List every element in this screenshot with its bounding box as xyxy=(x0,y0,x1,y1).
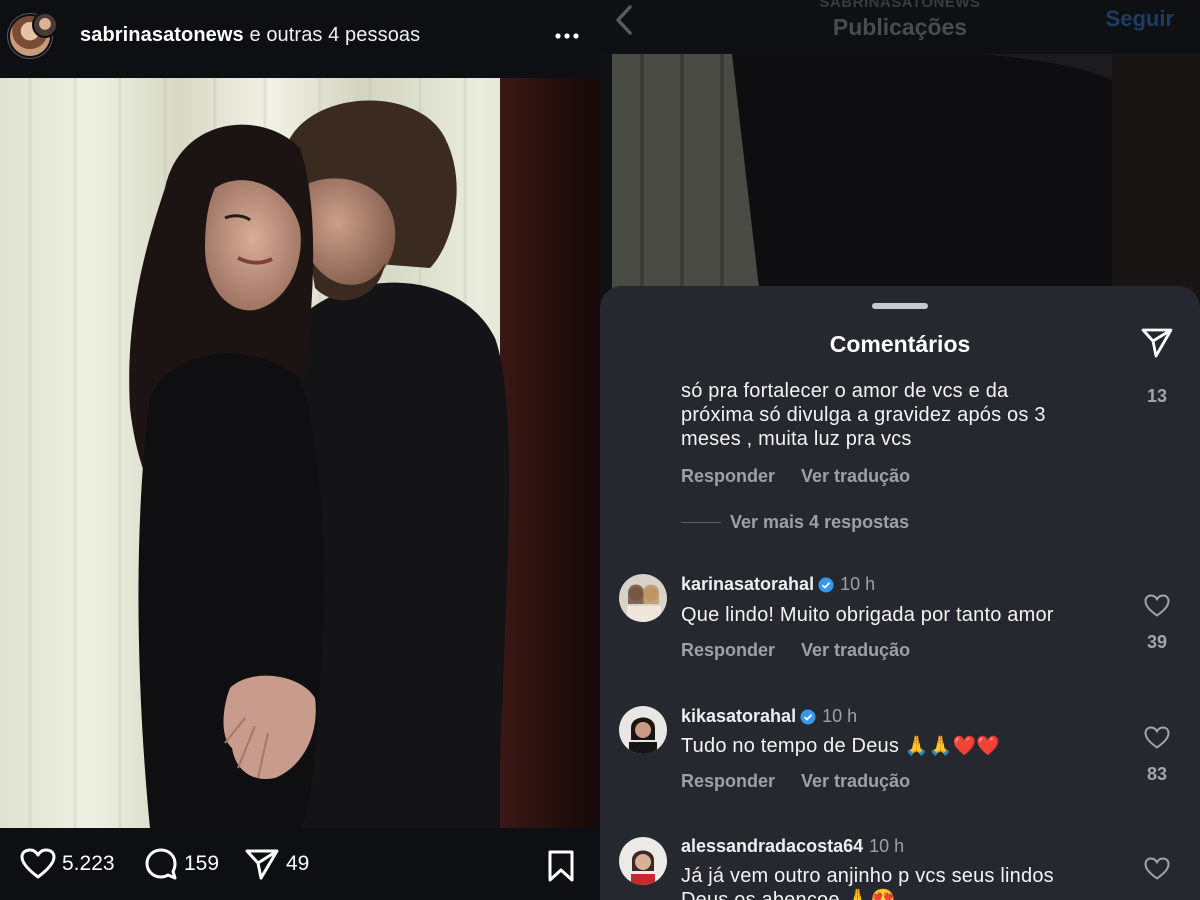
like-button[interactable]: 5.223 xyxy=(20,846,115,882)
avatar[interactable] xyxy=(619,574,667,622)
comment-actions: Responder Ver tradução xyxy=(681,771,910,792)
comments-sheet: Comentários só pra fortalecer o amor de … xyxy=(600,286,1200,900)
comment-text: só pra fortalecer o amor de vcs e da pró… xyxy=(681,379,1046,451)
comment-author[interactable]: alessandradacosta64 10 h xyxy=(681,836,904,857)
collab-avatar[interactable] xyxy=(32,12,58,38)
comment-time: 10 h xyxy=(840,574,876,594)
top-bar: SABRINASATONEWS Publicações Seguir xyxy=(600,0,1200,54)
comment-like-count: 83 xyxy=(1146,764,1168,784)
send-icon[interactable] xyxy=(1140,326,1174,360)
verified-badge-icon xyxy=(818,577,834,592)
bookmark-icon xyxy=(548,850,574,882)
post-header: sabrinasatonews e outras 4 pessoas xyxy=(0,0,600,78)
sheet-title: Comentários xyxy=(829,331,971,357)
comment-text: Já já vem outro anjinho p vcs seus lindo… xyxy=(681,864,1054,900)
reply-link[interactable]: Responder xyxy=(681,771,775,791)
heart-icon xyxy=(20,848,56,879)
comment-line: Deus os abençoe 🙏😍 xyxy=(681,889,896,900)
comment-bubble-icon xyxy=(145,848,177,880)
comment-text-body: Tudo no tempo de Deus xyxy=(681,735,900,757)
comment-actions: Responder Ver tradução xyxy=(681,640,910,661)
author-others[interactable]: e outras 4 pessoas xyxy=(244,24,420,46)
post-authors[interactable]: sabrinasatonews e outras 4 pessoas xyxy=(80,24,420,47)
avatar[interactable] xyxy=(619,706,667,754)
translate-link[interactable]: Ver tradução xyxy=(801,466,910,486)
like-count: 5.223 xyxy=(62,852,115,875)
comment-count: 159 xyxy=(184,852,220,875)
post-panel: sabrinasatonews e outras 4 pessoas 5.223… xyxy=(0,0,600,900)
comment-time: 10 h xyxy=(869,836,905,856)
comment-button[interactable]: 159 xyxy=(144,846,219,882)
translate-link[interactable]: Ver tradução xyxy=(801,771,910,791)
comment-line: Já já vem outro anjinho p vcs seus lindo… xyxy=(681,865,1054,887)
comment-text: Tudo no tempo de Deus 🙏🙏❤️❤️ xyxy=(681,734,1000,759)
comment-like-count: 13 xyxy=(1146,386,1168,406)
post-photo[interactable] xyxy=(0,78,600,828)
comment-actions: Responder Ver tradução xyxy=(681,466,910,487)
replies-divider xyxy=(681,522,721,523)
post-actions: 5.223 159 49 xyxy=(0,828,600,900)
more-options-icon[interactable] xyxy=(552,24,582,48)
comment-username[interactable]: alessandradacosta64 xyxy=(681,836,863,857)
emoji-group: 🙏🙏❤️❤️ xyxy=(904,736,1001,757)
more-replies-button[interactable]: Ver mais 4 respostas xyxy=(681,512,909,533)
paper-plane-icon xyxy=(245,849,279,880)
comment-username[interactable]: karinasatorahal xyxy=(681,574,814,595)
reply-link[interactable]: Responder xyxy=(681,466,775,486)
heart-icon[interactable] xyxy=(1144,726,1170,750)
comment-username[interactable]: kikasatorahal xyxy=(681,706,796,727)
background-post-photo xyxy=(612,54,1200,314)
reply-link[interactable]: Responder xyxy=(681,640,775,660)
comments-screen: SABRINASATONEWS Publicações Seguir Comen… xyxy=(600,0,1200,900)
more-replies-label[interactable]: Ver mais 4 respostas xyxy=(730,512,909,533)
share-count: 49 xyxy=(286,852,310,875)
translate-link[interactable]: Ver tradução xyxy=(801,640,910,660)
comment-line: próxima só divulga a gravidez após os 3 xyxy=(681,404,1046,426)
comment-time: 10 h xyxy=(822,706,858,726)
author-username[interactable]: sabrinasatonews xyxy=(80,24,244,46)
comment-line: meses , muita luz pra vcs xyxy=(681,428,912,450)
follow-button[interactable]: Seguir xyxy=(1106,6,1174,32)
avatar[interactable] xyxy=(619,837,667,885)
sheet-grabber[interactable] xyxy=(872,303,928,309)
heart-icon[interactable] xyxy=(1144,594,1170,618)
comment-like-count: 39 xyxy=(1146,632,1168,652)
comment-text: Que lindo! Muito obrigada por tanto amor xyxy=(681,604,1054,626)
comment-author[interactable]: kikasatorahal 10 h xyxy=(681,706,857,727)
heart-icon[interactable] xyxy=(1144,857,1170,881)
comment-author[interactable]: karinasatorahal 10 h xyxy=(681,574,875,595)
verified-badge-icon xyxy=(800,709,816,724)
save-button[interactable] xyxy=(546,848,576,884)
share-button[interactable]: 49 xyxy=(244,846,309,882)
comment-line: só pra fortalecer o amor de vcs e da xyxy=(681,380,1009,402)
